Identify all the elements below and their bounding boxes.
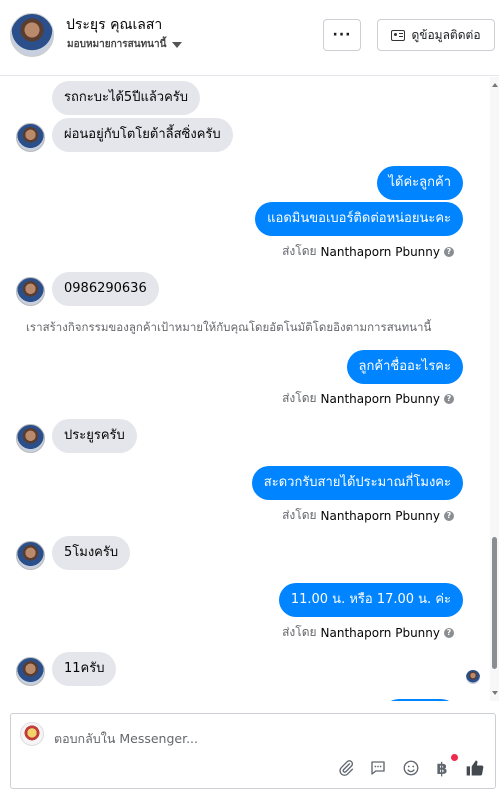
sender-avatar[interactable] xyxy=(16,657,45,686)
sent-by-label: ส่งโดย Nanthaporn Pbunny ? xyxy=(282,389,454,408)
message-thread: รถกะบะได้5ปีแล้วครับ ผ่อนอยู่กับโตโยต้าล… xyxy=(0,77,490,701)
thumbs-up-icon[interactable] xyxy=(464,757,486,779)
sent-by-label: ส่งโดย Nanthaporn Pbunny ? xyxy=(282,242,454,261)
more-options-button[interactable]: ··· xyxy=(323,19,361,51)
sent-by-name: Nanthaporn Pbunny xyxy=(320,244,440,259)
baht-icon[interactable]: ฿ xyxy=(431,757,453,779)
sender-avatar[interactable] xyxy=(16,424,45,453)
thread-scrollbar[interactable] xyxy=(490,77,499,701)
more-icon: ··· xyxy=(332,27,352,43)
message-bubble[interactable]: รถกะบะได้5ปีแล้วครับ xyxy=(52,81,201,115)
sent-by-prefix: ส่งโดย xyxy=(282,625,317,639)
sent-by-prefix: ส่งโดย xyxy=(282,508,317,522)
message-bubble[interactable]: 0986290636 xyxy=(52,272,159,306)
scroll-down-icon[interactable] xyxy=(492,691,498,695)
message-bubble[interactable]: สะดวกรับสายได้ประมาณกี่โมงคะ xyxy=(251,466,463,500)
help-icon[interactable]: ? xyxy=(444,510,454,521)
message-bubble[interactable]: ผ่อนอยู่กับโตโยต้าลี้สซิ่งครับ xyxy=(52,118,233,152)
reply-input[interactable]: ตอบกลับใน Messenger... xyxy=(54,729,198,749)
conversation-header: ประยุร คุณเลสา มอบหมายการสนทนานี้ ··· ดู… xyxy=(0,0,499,76)
seen-indicator-avatar xyxy=(466,670,480,684)
scroll-up-icon[interactable] xyxy=(492,83,498,87)
sender-avatar[interactable] xyxy=(16,541,45,570)
attach-icon[interactable] xyxy=(335,757,357,779)
system-notice: เราสร้างกิจกรรมของลูกค้าเป้าหมายให้กับคุ… xyxy=(26,320,432,334)
view-contact-info-label: ดูข้อมูลติดต่อ xyxy=(411,27,481,42)
sender-avatar[interactable] xyxy=(16,277,45,306)
message-bubble[interactable]: แอดมินขอเบอร์ติดต่อหน่อยนะคะ xyxy=(255,202,463,236)
sender-avatar[interactable] xyxy=(16,123,45,152)
emoji-icon[interactable] xyxy=(400,757,422,779)
page-avatar xyxy=(20,722,44,746)
reply-composer[interactable]: ตอบกลับใน Messenger... ฿ xyxy=(10,713,496,789)
message-bubble-partial[interactable] xyxy=(382,699,458,701)
notification-dot xyxy=(451,754,458,761)
contact-name[interactable]: ประยุร คุณเลสา xyxy=(66,14,162,36)
assign-conversation-dropdown[interactable]: มอบหมายการสนทนานี้ xyxy=(67,37,183,52)
assign-conversation-label: มอบหมายการสนทนานี้ xyxy=(67,39,167,50)
help-icon[interactable]: ? xyxy=(444,246,454,257)
contact-card-icon xyxy=(391,29,406,41)
message-bubble[interactable]: 11ครับ xyxy=(52,652,117,686)
message-bubble[interactable]: 11.00 น. หรือ 17.00 น. ค่ะ xyxy=(278,583,463,617)
view-contact-info-button[interactable]: ดูข้อมูลติดต่อ xyxy=(377,19,495,51)
contact-avatar[interactable] xyxy=(10,13,54,57)
sent-by-prefix: ส่งโดย xyxy=(282,244,317,258)
sent-by-label: ส่งโดย Nanthaporn Pbunny ? xyxy=(282,506,454,525)
caret-down-icon xyxy=(172,41,183,48)
saved-replies-icon[interactable] xyxy=(367,757,389,779)
sent-by-name: Nanthaporn Pbunny xyxy=(320,508,440,523)
message-bubble[interactable]: ลูกค้าชื่ออะไรคะ xyxy=(346,350,463,384)
message-bubble[interactable]: ได้ค่ะลูกค้า xyxy=(376,166,463,200)
help-icon[interactable]: ? xyxy=(444,393,454,404)
sent-by-name: Nanthaporn Pbunny xyxy=(320,391,440,406)
scrollbar-thumb[interactable] xyxy=(492,537,497,669)
help-icon[interactable]: ? xyxy=(444,627,454,638)
sent-by-prefix: ส่งโดย xyxy=(282,391,317,405)
message-bubble[interactable]: ประยูรครับ xyxy=(52,419,137,453)
sent-by-label: ส่งโดย Nanthaporn Pbunny ? xyxy=(282,623,454,642)
sent-by-name: Nanthaporn Pbunny xyxy=(320,625,440,640)
message-bubble[interactable]: 5โมงครับ xyxy=(52,536,131,570)
